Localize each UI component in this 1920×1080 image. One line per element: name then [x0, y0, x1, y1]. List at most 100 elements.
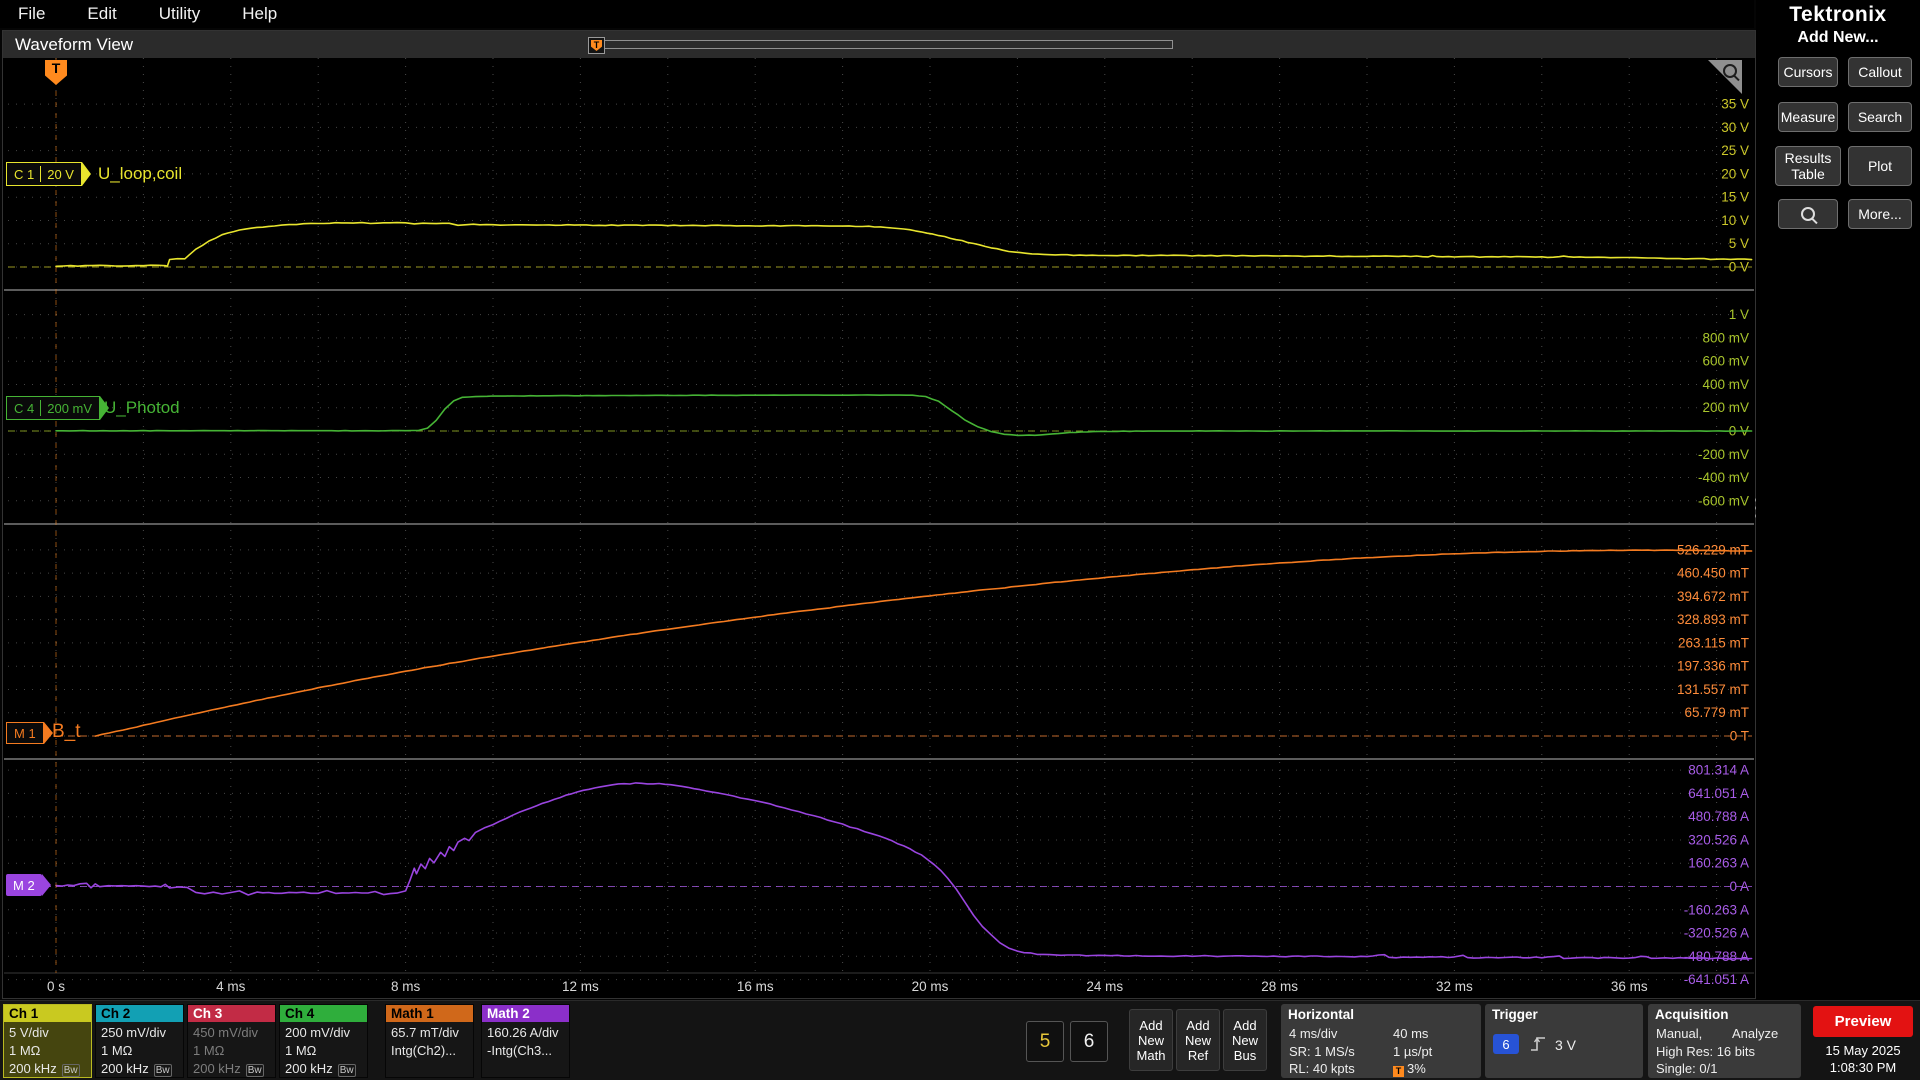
svg-text:131.557 mT: 131.557 mT: [1677, 682, 1749, 697]
math1-badge[interactable]: Math 1 65.7 mT/div Intg(Ch2)...: [385, 1004, 474, 1078]
svg-text:15 V: 15 V: [1721, 190, 1749, 205]
add-new-bus-button[interactable]: Add New Bus: [1223, 1009, 1267, 1071]
svg-text:20 V: 20 V: [1721, 166, 1749, 181]
svg-text:200 mV: 200 mV: [1702, 400, 1749, 415]
ch2-badge-name: Ch 2: [96, 1005, 183, 1022]
trigger-flag-letter: T: [51, 60, 61, 76]
ch4-trace-label: U_Photod: [104, 398, 180, 417]
bandwidth-icon: Bw: [245, 1064, 264, 1077]
menu-help[interactable]: Help: [242, 4, 277, 24]
results-table-button[interactable]: Results Table: [1775, 146, 1841, 186]
svg-text:25 V: 25 V: [1721, 143, 1749, 158]
svg-text:30 V: 30 V: [1721, 120, 1749, 135]
marker-divider: [40, 400, 42, 416]
cursors-button[interactable]: Cursors: [1778, 57, 1838, 87]
svg-text:-480.788 A: -480.788 A: [1684, 949, 1749, 964]
channel1-marker[interactable]: C 1 20 V: [6, 162, 91, 186]
horizontal-position-bar[interactable]: T: [588, 36, 1173, 54]
channel6-button[interactable]: 6: [1070, 1021, 1108, 1062]
waveform-view-titlebar: Waveform View T: [3, 31, 1755, 58]
menu-edit[interactable]: Edit: [87, 4, 116, 24]
marker-arrow-icon: [81, 162, 91, 186]
channel1-marker-scale: 20 V: [47, 166, 74, 182]
horizontal-panel-title: Horizontal: [1288, 1007, 1354, 1022]
zoom-corner-button[interactable]: [1706, 60, 1742, 96]
trigger-source-badge: 6: [1493, 1034, 1519, 1054]
ch3-badge[interactable]: Ch 3 450 mV/div 1 MΩ 200 kHz Bw: [187, 1004, 276, 1078]
acquisition-panel[interactable]: Acquisition Manual, Analyze High Res: 16…: [1648, 1004, 1801, 1078]
ch4-badge-name: Ch 4: [280, 1005, 367, 1022]
svg-text:-200 mV: -200 mV: [1698, 447, 1749, 462]
waveform-plot[interactable]: 35 V 30 V 25 V 20 V 15 V 10 V 5 V 0 V 1 V 800 mV 6…: [4, 58, 1754, 998]
marker-arrow-icon: [41, 874, 51, 896]
svg-text:400 mV: 400 mV: [1702, 377, 1749, 392]
svg-text:28 ms: 28 ms: [1261, 979, 1298, 994]
svg-text:36 ms: 36 ms: [1611, 979, 1648, 994]
measure-button[interactable]: Measure: [1778, 102, 1838, 132]
add-new-label: Add New...: [1797, 29, 1879, 46]
svg-text:197.336 mT: 197.336 mT: [1677, 659, 1749, 674]
math2-marker[interactable]: M 2: [6, 874, 51, 896]
svg-text:12 ms: 12 ms: [562, 979, 599, 994]
channel1-marker-label: C 1: [14, 166, 35, 182]
add-new-math-button[interactable]: Add New Math: [1129, 1009, 1173, 1071]
ch2-badge[interactable]: Ch 2 250 mV/div 1 MΩ 200 kHz Bw: [95, 1004, 184, 1078]
channel5-button[interactable]: 5: [1026, 1021, 1064, 1062]
ch1-badge-values: 5 V/div 1 MΩ 200 kHz Bw: [9, 1025, 80, 1077]
svg-text:328.893 mT: 328.893 mT: [1677, 612, 1749, 627]
waveform-area: 35 V 30 V 25 V 20 V 15 V 10 V 5 V 0 V 1 V 800 mV 6…: [4, 58, 1754, 998]
position-bar-track: [605, 40, 1173, 49]
svg-text:801.314 A: 801.314 A: [1688, 763, 1749, 778]
svg-text:-320.526 A: -320.526 A: [1684, 926, 1749, 941]
ch1-badge[interactable]: Ch 1 5 V/div 1 MΩ 200 kHz Bw: [3, 1004, 92, 1078]
svg-text:20 ms: 20 ms: [912, 979, 949, 994]
svg-text:0 T: 0 T: [1730, 729, 1749, 744]
svg-text:-641.051 A: -641.051 A: [1684, 972, 1749, 987]
preview-button[interactable]: Preview: [1813, 1006, 1913, 1037]
plot-button[interactable]: Plot: [1848, 146, 1912, 186]
search-button[interactable]: Search: [1848, 102, 1912, 132]
svg-text:5 V: 5 V: [1729, 236, 1749, 251]
trigger-level: 3 V: [1555, 1037, 1577, 1053]
ch4-badge[interactable]: Ch 4 200 mV/div 1 MΩ 200 kHz Bw: [279, 1004, 368, 1078]
trigger-panel[interactable]: Trigger 6 3 V: [1485, 1004, 1643, 1078]
bandwidth-icon: Bw: [61, 1064, 80, 1077]
acquisition-panel-title: Acquisition: [1655, 1007, 1729, 1022]
time-label: 1:08:30 PM: [1829, 1060, 1897, 1075]
svg-text:0 V: 0 V: [1729, 260, 1749, 275]
math1-marker-label: M 1: [14, 725, 36, 741]
channel4-marker[interactable]: C 4 200 mV: [6, 396, 110, 420]
horizontal-panel[interactable]: Horizontal 4 ms/div 40 ms SR: 1 MS/s 1 µ…: [1281, 1004, 1481, 1078]
math1-marker[interactable]: M 1: [6, 722, 53, 744]
sample-interval: 1 µs/pt: [1393, 1044, 1433, 1059]
trigger-position-icon: T: [1393, 1066, 1404, 1077]
magnifier-icon: [1723, 64, 1737, 78]
trigger-position-marker[interactable]: T: [588, 37, 605, 54]
callout-button[interactable]: Callout: [1848, 57, 1912, 87]
waveform-view-panel: Waveform View T 35 V 30 V 25 V 20 V 15 V 10 V…: [2, 30, 1756, 999]
ch3-badge-values: 450 mV/div 1 MΩ 200 kHz Bw: [193, 1025, 264, 1077]
svg-text:0 s: 0 s: [47, 979, 65, 994]
bottom-bar: Ch 1 5 V/div 1 MΩ 200 kHz Bw Ch 2 250 mV/…: [0, 1000, 1920, 1080]
ch4-badge-values: 200 mV/div 1 MΩ 200 kHz Bw: [285, 1025, 356, 1077]
menu-file[interactable]: File: [18, 4, 45, 24]
svg-text:10 V: 10 V: [1721, 213, 1749, 228]
zoom-button[interactable]: [1778, 199, 1838, 229]
date-label: 15 May 2025: [1825, 1043, 1901, 1058]
acquisition-analyze: Analyze: [1732, 1026, 1779, 1041]
right-sidebar: Tektronix Add New... Cursors Callout Mea…: [1756, 0, 1920, 1000]
trigger-position-percent: T 3%: [1393, 1061, 1426, 1077]
math2-badge[interactable]: Math 2 160.26 A/div -Intg(Ch3...: [481, 1004, 570, 1078]
svg-text:460.450 mT: 460.450 mT: [1677, 566, 1749, 581]
math1-badge-name: Math 1: [386, 1005, 473, 1022]
add-new-ref-button[interactable]: Add New Ref: [1176, 1009, 1220, 1071]
trigger-panel-title: Trigger: [1492, 1007, 1538, 1022]
ch3-badge-name: Ch 3: [188, 1005, 275, 1022]
svg-text:800 mV: 800 mV: [1702, 330, 1749, 345]
menu-bar: File Edit Utility Help: [0, 0, 1754, 28]
sample-rate: SR: 1 MS/s: [1289, 1044, 1355, 1059]
svg-text:263.115 mT: 263.115 mT: [1678, 635, 1749, 650]
menu-utility[interactable]: Utility: [159, 4, 201, 24]
more-button[interactable]: More...: [1848, 199, 1912, 229]
waveform-view-title: Waveform View: [15, 35, 134, 54]
